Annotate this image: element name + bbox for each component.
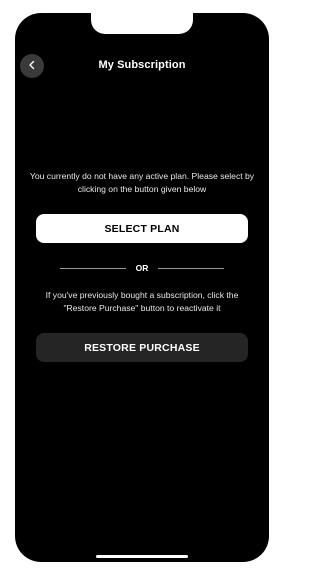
divider-line-left — [60, 267, 126, 269]
device-notch — [91, 13, 193, 34]
restore-message: If you've previously bought a subscripti… — [45, 290, 239, 313]
home-indicator[interactable] — [96, 555, 188, 558]
restore-purchase-button[interactable]: RESTORE PURCHASE — [36, 333, 248, 362]
page-title: My Subscription — [98, 59, 186, 71]
or-label: OR — [135, 263, 149, 273]
select-plan-button[interactable]: SELECT PLAN — [36, 214, 248, 243]
or-divider: OR — [60, 261, 224, 275]
divider-line-right — [158, 267, 224, 269]
no-plan-message: You currently do not have any active pla… — [29, 171, 255, 194]
phone-screen: My Subscription You currently do not hav… — [15, 13, 269, 562]
